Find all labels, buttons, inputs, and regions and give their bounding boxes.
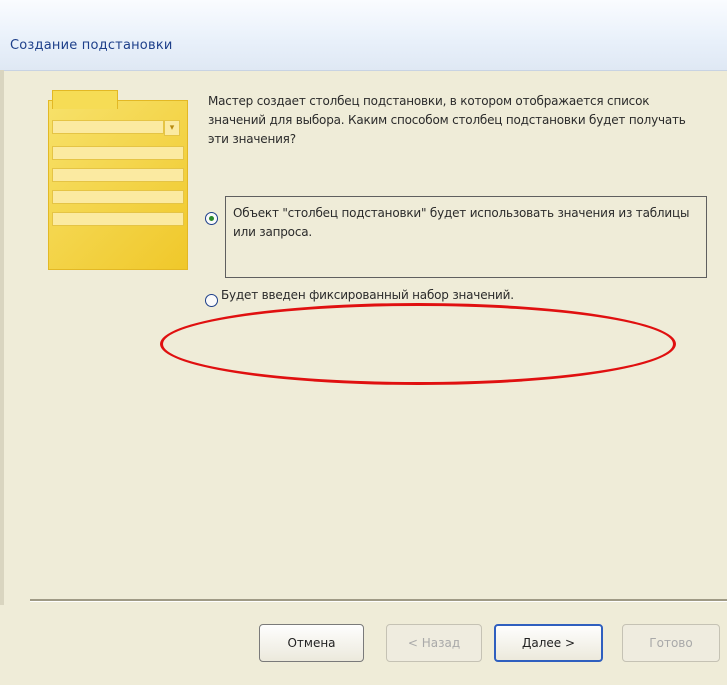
next-button[interactable]: Далее >: [494, 624, 603, 662]
dialog-left-edge: [0, 70, 4, 605]
dialog-bottom-strip: [0, 677, 727, 685]
illustration-row: [52, 190, 184, 204]
back-button[interactable]: < Назад: [386, 624, 482, 662]
wizard-description: Мастер создает столбец подстановки, в ко…: [208, 94, 686, 146]
radio-fixed-values[interactable]: [205, 294, 218, 307]
option-fixed-values-label[interactable]: Будет введен фиксированный набор значени…: [221, 286, 701, 305]
cancel-button[interactable]: Отмена: [259, 624, 364, 662]
illustration-combo-arrow-icon: ▾: [164, 120, 180, 136]
lookup-wizard-dialog: Создание подстановки ▾ Мастер создает ст…: [0, 0, 727, 685]
title-bar: Создание подстановки: [0, 0, 727, 71]
illustration-row: [52, 120, 164, 134]
window-title: Создание подстановки: [10, 38, 173, 53]
illustration-tab: [52, 90, 118, 109]
radio-table-or-query[interactable]: [205, 212, 218, 225]
illustration-row: [52, 146, 184, 160]
illustration-row: [52, 168, 184, 182]
illustration-row: [52, 212, 184, 226]
option-table-or-query-label[interactable]: Объект "столбец подстановки" будет испол…: [233, 204, 703, 242]
lookup-illustration-icon: ▾: [42, 90, 188, 270]
finish-button[interactable]: Готово: [622, 624, 720, 662]
button-separator: [30, 599, 727, 602]
red-highlight-ellipse: [160, 303, 676, 385]
